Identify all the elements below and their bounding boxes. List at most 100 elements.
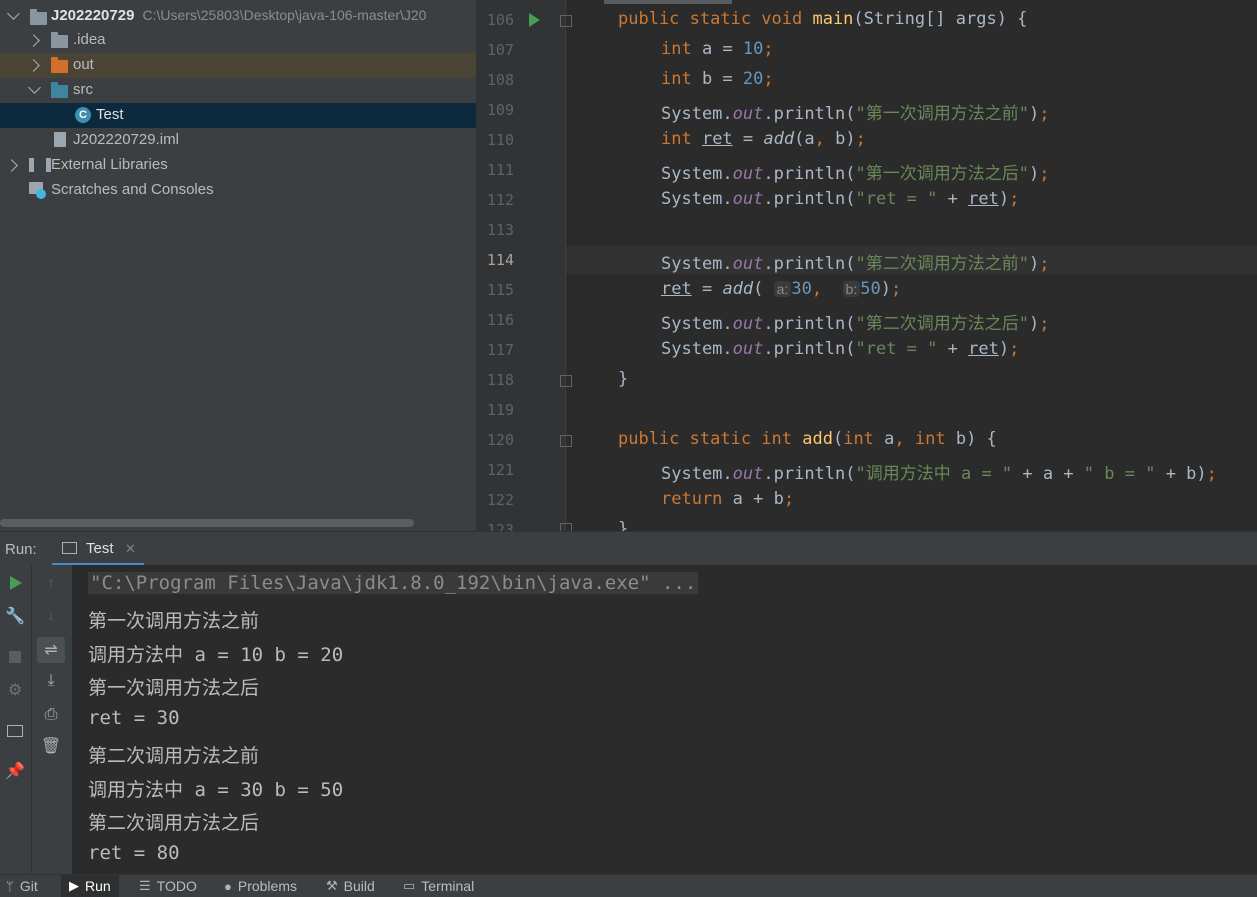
console-output-line: 第二次调用方法之前 bbox=[88, 744, 260, 767]
bottom-tab-todo[interactable]: ☰ TODO bbox=[139, 875, 197, 897]
tree-item-label: External Libraries bbox=[51, 156, 168, 173]
wrench-icon[interactable]: 🔧 bbox=[5, 607, 25, 625]
fold-icon[interactable] bbox=[560, 523, 572, 531]
tree-item-label: Test bbox=[96, 106, 124, 123]
line-number: 106 bbox=[486, 11, 514, 29]
horizontal-scrollbar[interactable] bbox=[0, 519, 414, 527]
tree-item-label: Scratches and Consoles bbox=[51, 181, 214, 198]
run-label: Run: bbox=[5, 541, 37, 558]
line-number: 108 bbox=[486, 71, 514, 89]
hammer-icon: ⚒ bbox=[326, 878, 338, 893]
console-output-line: ret = 80 bbox=[88, 841, 180, 864]
chevron-right-icon[interactable] bbox=[5, 159, 18, 172]
tree-item-idea[interactable]: .idea bbox=[0, 28, 476, 53]
param-hint: b: bbox=[842, 281, 861, 297]
java-command: "C:\Program Files\Java\jdk1.8.0_192\bin\… bbox=[88, 572, 699, 594]
code-editor[interactable]: 106 107 108 109 110 111 112 113 114 115 116 117 118 1… bbox=[476, 0, 1257, 531]
code-line: int a = 10; bbox=[661, 39, 774, 59]
code-line: ret = add( a: 30, b: 50); bbox=[661, 279, 902, 299]
chevron-right-icon[interactable] bbox=[27, 34, 40, 47]
bottom-tab-build[interactable]: ⚒ Build bbox=[326, 875, 375, 897]
print-icon[interactable]: ⎙ bbox=[42, 706, 60, 724]
param-hint: a: bbox=[773, 281, 792, 297]
line-number: 114 bbox=[486, 251, 514, 269]
run-toolbar-primary: 🔧 ⚙ 📌 bbox=[0, 565, 31, 874]
run-tab-test[interactable]: Test ✕ bbox=[52, 532, 144, 566]
console-output-line: 第一次调用方法之前 bbox=[88, 610, 260, 632]
chevron-down-icon[interactable] bbox=[7, 7, 20, 20]
line-number: 118 bbox=[486, 371, 514, 389]
run-tab-label: Test bbox=[86, 540, 114, 557]
code-line: } bbox=[618, 519, 629, 531]
folder-icon bbox=[51, 32, 68, 48]
tree-item-src[interactable]: src bbox=[0, 78, 476, 103]
chevron-down-icon[interactable] bbox=[28, 81, 41, 94]
console-output-line: 第二次调用方法之后 bbox=[88, 812, 260, 835]
bottom-tab-terminal[interactable]: ▭ Terminal bbox=[403, 875, 474, 897]
code-line: System.out.println("ret = " + ret); bbox=[661, 189, 1020, 209]
code-line: System.out.println("第二次调用方法之后"); bbox=[661, 314, 1050, 334]
project-root-name: J202220729 bbox=[51, 7, 135, 24]
line-number: 116 bbox=[486, 311, 514, 329]
code-line: public static void main(String[] args) { bbox=[618, 9, 1028, 29]
tree-item-out[interactable]: out bbox=[0, 53, 476, 78]
code-line: System.out.println("第二次调用方法之前"); bbox=[661, 254, 1050, 274]
clock-badge-icon bbox=[36, 189, 46, 199]
console-icon bbox=[62, 542, 77, 554]
scroll-to-end-icon[interactable]: ⤓ bbox=[42, 672, 60, 690]
close-icon[interactable]: ✕ bbox=[125, 541, 136, 557]
bottom-tab-run[interactable]: ▶ Run bbox=[61, 875, 119, 897]
line-number: 115 bbox=[486, 281, 514, 299]
pin-icon[interactable]: 📌 bbox=[5, 762, 25, 780]
arrow-up-icon[interactable]: ↑ bbox=[42, 575, 60, 593]
project-root-path: C:\Users\25803\Desktop\java-106-master\J… bbox=[142, 7, 427, 23]
fold-icon[interactable] bbox=[560, 15, 572, 27]
git-branch-icon: ᛘ bbox=[6, 878, 14, 894]
project-panel: J202220729 C:\Users\25803\Desktop\java-10… bbox=[0, 0, 476, 531]
tree-item-root[interactable]: J202220729 C:\Users\25803\Desktop\java-10… bbox=[0, 3, 476, 28]
run-icon: ▶ bbox=[69, 878, 79, 893]
code-line: System.out.println("第一次调用方法之后"); bbox=[661, 164, 1050, 184]
tree-item-test[interactable]: C Test bbox=[0, 103, 476, 128]
tree-item-external-libraries[interactable]: External Libraries bbox=[0, 153, 476, 178]
settings-icon[interactable]: ⚙ bbox=[6, 681, 24, 699]
bottom-tab-problems[interactable]: ● Problems bbox=[224, 875, 297, 897]
line-number: 111 bbox=[486, 161, 514, 179]
soft-wrap-icon: ⇌ bbox=[44, 642, 58, 659]
line-number: 120 bbox=[486, 431, 514, 449]
run-gutter-icon[interactable] bbox=[529, 13, 540, 27]
rerun-icon[interactable] bbox=[10, 576, 22, 590]
code-line: System.out.println("ret = " + ret); bbox=[661, 339, 1020, 359]
terminal-icon: ▭ bbox=[403, 878, 416, 893]
excluded-folder-icon bbox=[51, 57, 68, 73]
code-line: System.out.println("第一次调用方法之前"); bbox=[661, 104, 1050, 124]
editor-scrollbar[interactable] bbox=[604, 0, 732, 4]
arrow-down-icon[interactable]: ↓ bbox=[42, 607, 60, 625]
line-number: 112 bbox=[486, 191, 514, 209]
tree-item-iml[interactable]: J202220729.iml bbox=[0, 128, 476, 153]
java-class-icon: C bbox=[75, 107, 91, 123]
layout-icon[interactable] bbox=[7, 725, 23, 737]
console-output-line: ret = 30 bbox=[88, 707, 180, 730]
code-line: int ret = add(a, b); bbox=[661, 129, 866, 149]
chevron-right-icon[interactable] bbox=[27, 59, 40, 72]
code-line: return a + b; bbox=[661, 489, 795, 509]
console-output-line: 调用方法中 a = 10 b = 20 bbox=[88, 643, 344, 666]
line-number: 109 bbox=[486, 101, 514, 119]
console-output-line: 调用方法中 a = 30 b = 50 bbox=[88, 778, 344, 801]
line-number: 121 bbox=[486, 461, 514, 479]
fold-icon[interactable] bbox=[560, 435, 572, 447]
line-number: 113 bbox=[486, 221, 514, 239]
fold-icon[interactable] bbox=[560, 375, 572, 387]
line-number: 117 bbox=[486, 341, 514, 359]
iml-file-icon bbox=[54, 132, 66, 147]
source-folder-icon bbox=[51, 82, 68, 98]
console-command-line: "C:\Program Files\Java\jdk1.8.0_192\bin\… bbox=[88, 572, 699, 594]
line-number: 107 bbox=[486, 41, 514, 59]
stop-icon[interactable] bbox=[9, 651, 21, 663]
tree-item-scratches[interactable]: Scratches and Consoles bbox=[0, 178, 476, 203]
bottom-tab-git[interactable]: ᛘ Git bbox=[6, 875, 38, 897]
tree-item-label: .idea bbox=[73, 31, 106, 48]
trash-icon[interactable]: 🗑 bbox=[41, 737, 61, 755]
tree-item-label: src bbox=[73, 81, 93, 98]
